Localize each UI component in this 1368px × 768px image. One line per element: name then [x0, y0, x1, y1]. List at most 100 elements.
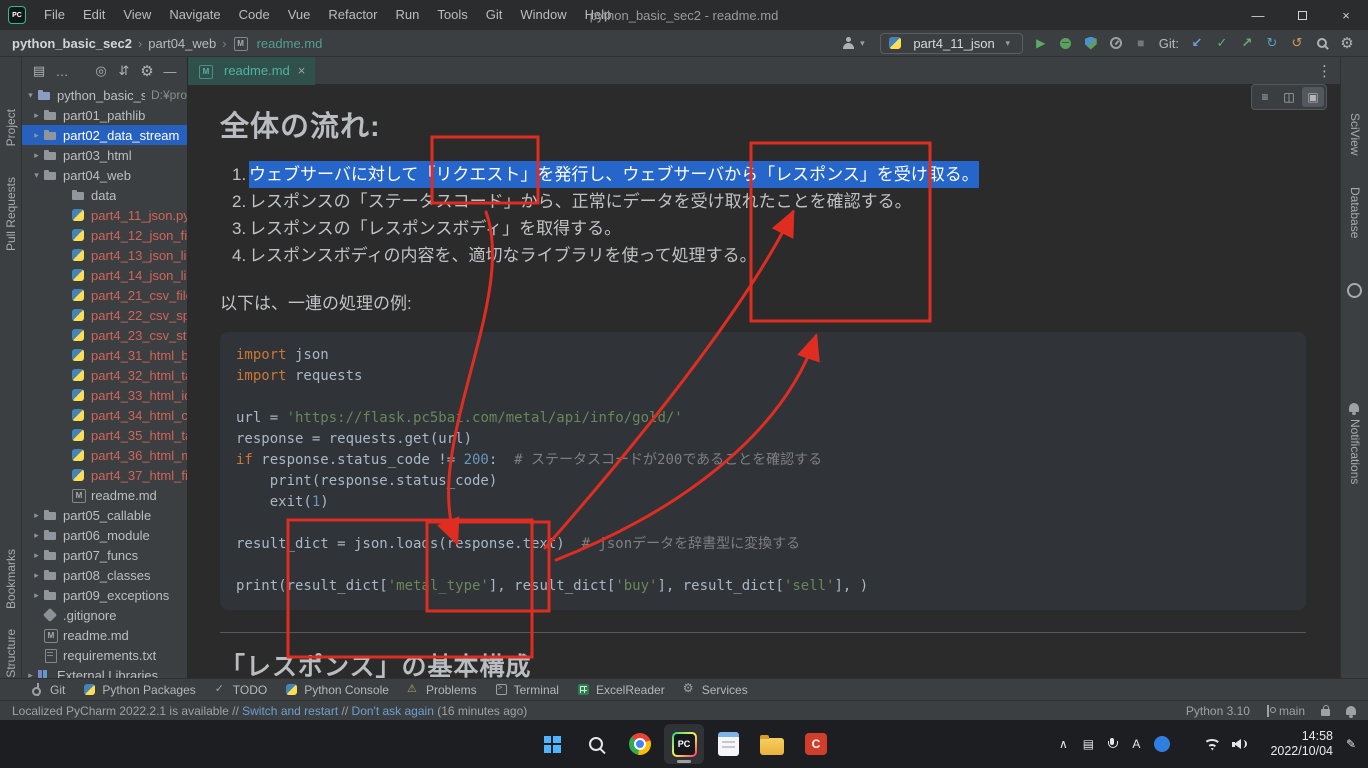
- tool-button-project[interactable]: Project: [4, 109, 18, 146]
- tree-row[interactable]: part4_11_json.py: [22, 205, 187, 225]
- tool-button-pull-requests[interactable]: Pull Requests: [4, 177, 18, 251]
- menu-view[interactable]: View: [114, 0, 160, 30]
- tree-chevron-icon[interactable]: ▾: [24, 90, 37, 101]
- settings-gear-icon[interactable]: [140, 63, 154, 79]
- tree-row[interactable]: part4_37_html_file.py: [22, 465, 187, 485]
- tool-window-python-console[interactable]: Python Console: [276, 679, 398, 701]
- tool-button-structure[interactable]: Structure: [4, 629, 18, 678]
- menu-tools[interactable]: Tools: [428, 0, 476, 30]
- tree-row[interactable]: part4_21_csv_file.py: [22, 285, 187, 305]
- breadcrumb-item-0[interactable]: python_basic_sec2: [10, 36, 134, 51]
- menu-code[interactable]: Code: [230, 0, 279, 30]
- tree-chevron-icon[interactable]: ▸: [30, 510, 43, 521]
- run-button[interactable]: [1034, 35, 1048, 51]
- copilot-icon[interactable]: [1347, 283, 1362, 298]
- git-refresh-button[interactable]: [1265, 35, 1279, 51]
- tree-row[interactable]: part4_34_html_class: [22, 405, 187, 425]
- tree-row[interactable]: ▸part08_classes: [22, 565, 187, 585]
- tool-button-bookmarks[interactable]: Bookmarks: [4, 549, 18, 609]
- python-interpreter[interactable]: Python 3.10: [1186, 704, 1250, 718]
- red-app-button[interactable]: C: [796, 724, 836, 764]
- menu-git[interactable]: Git: [477, 0, 512, 30]
- notifications-icon[interactable]: [1346, 706, 1356, 715]
- coverage-button[interactable]: [1084, 35, 1098, 51]
- search-everywhere-button[interactable]: [1315, 35, 1329, 51]
- explorer-button[interactable]: [752, 724, 792, 764]
- breadcrumb-item-2[interactable]: readme.md: [231, 36, 325, 51]
- bell-icon[interactable]: [1349, 399, 1359, 417]
- hide-panel-icon[interactable]: [163, 63, 177, 79]
- tree-row[interactable]: ▸External Libraries: [22, 665, 187, 678]
- tool-window-terminal[interactable]: Terminal: [486, 679, 568, 701]
- close-button[interactable]: ×: [1324, 0, 1368, 30]
- sort-icon[interactable]: [117, 63, 131, 79]
- git-rollback-button[interactable]: [1290, 35, 1304, 51]
- menu-refactor[interactable]: Refactor: [319, 0, 386, 30]
- tree-row[interactable]: ▸part01_pathlib: [22, 105, 187, 125]
- settings-button[interactable]: [1340, 35, 1354, 51]
- dont-ask-link[interactable]: Don't ask again: [352, 704, 434, 718]
- clock-widget[interactable]: 14:58 2022/10/04: [1270, 729, 1333, 759]
- tree-row[interactable]: part4_23_csv_string: [22, 325, 187, 345]
- maximize-button[interactable]: [1280, 0, 1324, 30]
- tab-options-icon[interactable]: [1317, 63, 1340, 79]
- more-icon[interactable]: [55, 63, 69, 79]
- tree-row[interactable]: ▾part04_web: [22, 165, 187, 185]
- tree-row[interactable]: part4_12_json_file.py: [22, 225, 187, 245]
- git-push-button[interactable]: [1240, 35, 1254, 51]
- tree-row[interactable]: ▸part09_exceptions: [22, 585, 187, 605]
- tool-window-python-packages[interactable]: Python Packages: [74, 679, 204, 701]
- menu-navigate[interactable]: Navigate: [160, 0, 229, 30]
- debug-button[interactable]: [1059, 35, 1073, 51]
- tree-chevron-icon[interactable]: ▸: [30, 550, 43, 561]
- tree-row[interactable]: part4_14_json_list_f: [22, 265, 187, 285]
- preview-view-icon[interactable]: [1302, 87, 1324, 107]
- minimize-button[interactable]: —: [1236, 0, 1280, 30]
- notepad-button[interactable]: [708, 724, 748, 764]
- tree-chevron-icon[interactable]: ▸: [30, 570, 43, 581]
- user-icon[interactable]: [842, 35, 869, 51]
- menu-edit[interactable]: Edit: [74, 0, 114, 30]
- tree-row[interactable]: readme.md: [22, 625, 187, 645]
- tree-row[interactable]: ▸part02_data_stream: [22, 125, 187, 145]
- tool-button-sciview[interactable]: SciView: [1348, 113, 1362, 155]
- start-button[interactable]: [532, 724, 572, 764]
- switch-restart-link[interactable]: Switch and restart: [242, 704, 338, 718]
- profiler-button[interactable]: [1109, 35, 1123, 51]
- locate-icon[interactable]: [94, 63, 108, 79]
- tool-window-todo[interactable]: TODO: [205, 679, 276, 701]
- tree-row[interactable]: ▾python_basic_sec2D:¥pro: [22, 85, 187, 105]
- tree-row[interactable]: ▸part06_module: [22, 525, 187, 545]
- tool-window-excelreader[interactable]: ExcelReader: [568, 679, 674, 701]
- tree-row[interactable]: data: [22, 185, 187, 205]
- tree-chevron-icon[interactable]: ▸: [30, 110, 43, 121]
- tree-chevron-icon[interactable]: ▸: [30, 590, 43, 601]
- tree-chevron-icon[interactable]: ▾: [30, 170, 43, 181]
- tool-button-notifications[interactable]: Notifications: [1348, 419, 1362, 484]
- split-view-icon[interactable]: [1278, 87, 1300, 107]
- tree-row[interactable]: part4_32_html_tag.py: [22, 365, 187, 385]
- lock-icon[interactable]: [1321, 709, 1330, 716]
- tree-row[interactable]: part4_22_csv_split_l: [22, 305, 187, 325]
- tool-button-database[interactable]: Database: [1348, 187, 1362, 238]
- wifi-icon[interactable]: [1203, 738, 1221, 751]
- tree-row[interactable]: readme.md: [22, 485, 187, 505]
- tree-chevron-icon[interactable]: ▸: [24, 670, 37, 679]
- stop-button[interactable]: [1134, 35, 1148, 51]
- stack-icon[interactable]: [1081, 737, 1095, 751]
- tree-row[interactable]: ▸part07_funcs: [22, 545, 187, 565]
- tab-readme[interactable]: readme.md ×: [188, 57, 315, 85]
- volume-icon[interactable]: [1232, 737, 1249, 751]
- tree-row[interactable]: requirements.txt: [22, 645, 187, 665]
- search-button[interactable]: [576, 724, 616, 764]
- tool-window-services[interactable]: Services: [674, 679, 757, 701]
- pycharm-button[interactable]: PC: [664, 724, 704, 764]
- tree-chevron-icon[interactable]: ▸: [30, 150, 43, 161]
- tree-row[interactable]: part4_36_html_multi: [22, 445, 187, 465]
- git-update-button[interactable]: [1190, 35, 1204, 51]
- tree-row[interactable]: ▸part03_html: [22, 145, 187, 165]
- mic-icon[interactable]: [1106, 737, 1118, 751]
- tree-row[interactable]: ▸part05_callable: [22, 505, 187, 525]
- run-configuration-select[interactable]: part4_11_json: [880, 33, 1022, 54]
- ime-indicator[interactable]: A: [1129, 737, 1143, 751]
